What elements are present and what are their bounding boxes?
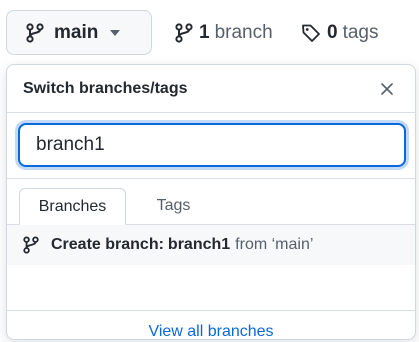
view-all-branches-link[interactable]: View all branches — [148, 323, 273, 339]
close-icon — [380, 82, 394, 96]
branch-filter-input[interactable] — [18, 123, 406, 167]
tab-tags[interactable]: Tags — [126, 187, 221, 224]
branch-select-button[interactable]: main — [6, 10, 152, 55]
list-spacer — [7, 265, 415, 311]
filter-section — [7, 113, 415, 179]
tab-bar: Branches Tags — [7, 179, 415, 225]
current-branch-name: main — [54, 21, 99, 43]
branch-switch-dropdown: Switch branches/tags Branches Tags Creat — [6, 64, 416, 340]
create-branch-name: branch1 — [167, 235, 231, 253]
create-branch-item[interactable]: Create branch: branch1 from ‘main’ — [7, 225, 415, 265]
dropdown-footer: View all branches — [7, 311, 415, 339]
create-branch-source: from ‘main’ — [235, 235, 314, 253]
create-branch-prefix: Create branch: — [51, 235, 164, 253]
tag-count-label: tags — [342, 21, 379, 43]
branch-count: 1 — [199, 21, 210, 43]
tag-icon — [301, 23, 321, 43]
dropdown-header: Switch branches/tags — [7, 65, 415, 113]
tab-branches[interactable]: Branches — [19, 188, 126, 225]
tag-count: 0 — [327, 21, 338, 43]
close-button[interactable] — [375, 77, 399, 101]
branch-count-label: branch — [214, 21, 273, 43]
branches-count-link[interactable]: 1 branch — [175, 10, 273, 55]
dropdown-title: Switch branches/tags — [23, 79, 188, 97]
tags-count-link[interactable]: 0 tags — [301, 10, 379, 55]
git-branch-icon — [26, 22, 44, 43]
caret-down-icon — [110, 29, 121, 36]
git-branch-icon — [23, 235, 39, 254]
git-branch-icon — [175, 22, 193, 43]
